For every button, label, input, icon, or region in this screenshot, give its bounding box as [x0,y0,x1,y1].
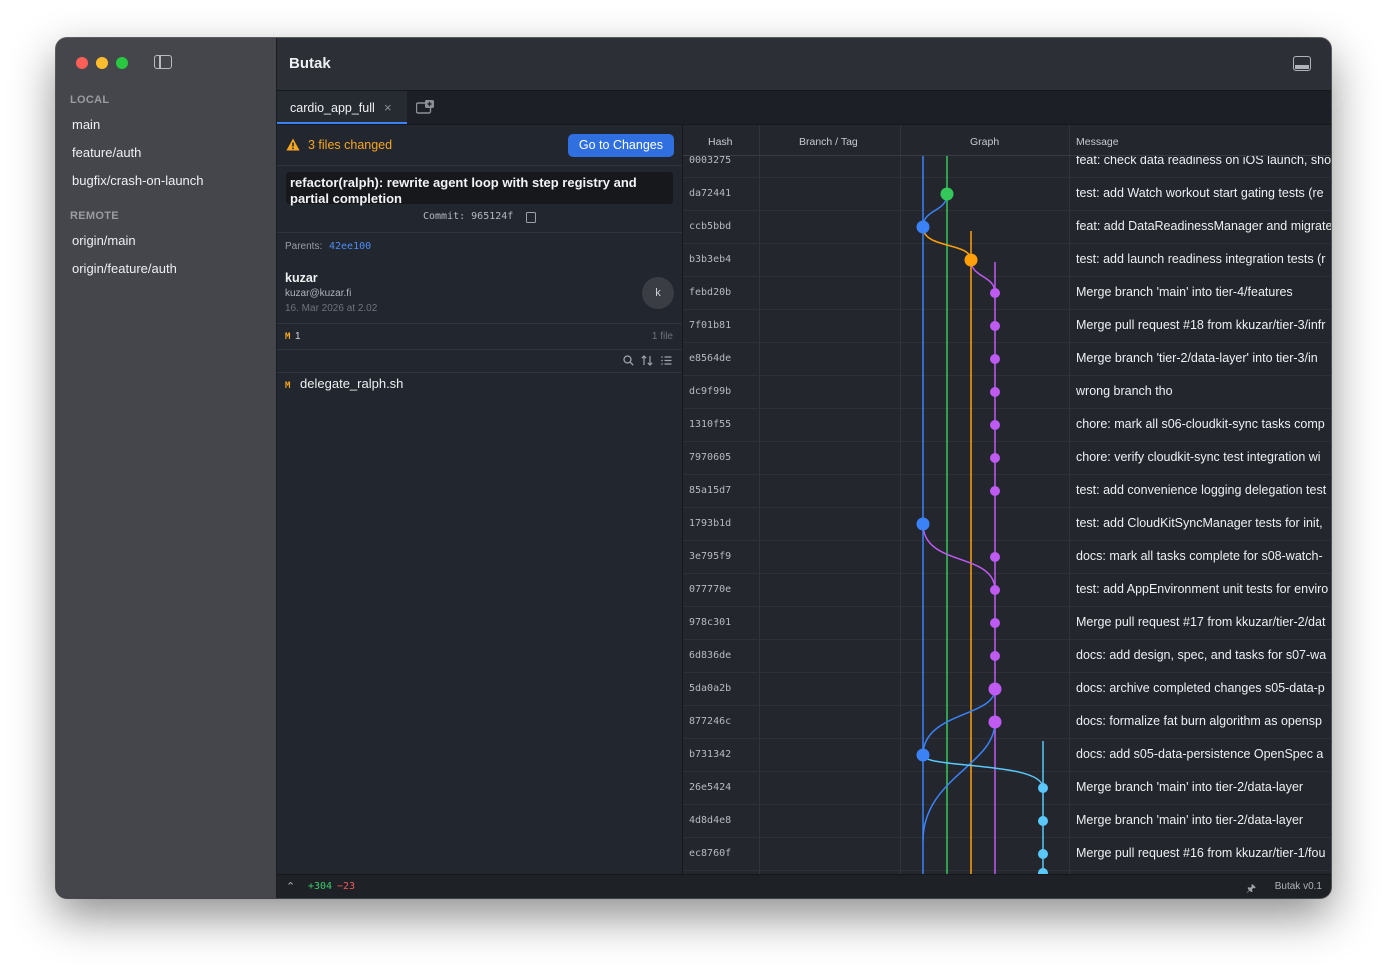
tab-close-icon[interactable]: × [384,100,392,115]
commit-node[interactable] [990,552,1000,562]
commit-date: 16. Mar 2026 at 2.02 [285,303,378,314]
deletions-count: −23 [337,881,356,892]
column-header-hash[interactable]: Hash [708,136,733,148]
changed-files-text: 3 files changed [308,138,393,152]
column-divider [900,125,901,155]
copy-icon[interactable] [526,212,536,223]
merge-curve [922,754,1044,789]
sidebar-toggle-icon[interactable] [154,55,172,69]
commit-graph-panel: 0003275 feat: check data readiness on iOS… [683,125,1331,874]
commit-node[interactable] [988,715,1002,729]
sidebar-item-main[interactable]: main [72,117,100,132]
commit-node[interactable] [1038,849,1048,859]
column-divider [759,125,760,155]
modified-badge: M [285,381,291,391]
commit-node[interactable] [990,321,1000,331]
file-name: delegate_ralph.sh [300,376,404,391]
column-header-message[interactable]: Message [1076,136,1119,148]
column-header-row: Hash Branch / Tag Graph Message [683,125,1331,156]
commit-node[interactable] [916,748,930,762]
column-header-graph[interactable]: Graph [970,136,999,148]
commit-graph [916,146,1048,874]
bottom-panel-toggle-icon[interactable] [1293,56,1311,71]
commit-node[interactable] [964,253,978,267]
commit-node[interactable] [990,354,1000,364]
commit-hash: Commit: 965124f [423,211,514,222]
changes-banner: 3 files changed Go to Changes [277,125,682,166]
file-item[interactable]: M delegate_ralph.sh [285,376,403,391]
sidebar: LOCAL main feature/auth bugfix/crash-on-… [56,38,277,898]
minimize-window-button[interactable] [96,57,108,69]
commit-message-box: refactor(ralph): rewrite agent loop with… [286,172,673,206]
commit-message: refactor(ralph): rewrite agent loop with… [290,175,637,206]
commit-node[interactable] [990,585,1000,595]
remote-section-label: REMOTE [70,210,119,222]
status-bar: ⌃ +304 −23 🖈 Butak v0.1 [277,874,1331,898]
commit-node[interactable] [1038,783,1048,793]
file-list-toolbar [277,349,682,373]
close-window-button[interactable] [76,57,88,69]
commit-node[interactable] [990,486,1000,496]
tab-label: cardio_app_full [290,101,375,115]
commit-node[interactable] [916,517,930,531]
commit-node[interactable] [1038,816,1048,826]
go-to-changes-button[interactable]: Go to Changes [567,134,674,157]
additions-count: +304 [308,881,333,892]
commit-node[interactable] [990,420,1000,430]
sidebar-item-origin-main[interactable]: origin/main [72,233,136,248]
app-title: Butak [289,55,331,72]
tab-bar: cardio_app_full × [277,91,1331,125]
warning-icon [286,138,300,151]
merge-curve [922,688,996,756]
list-view-icon[interactable] [661,355,672,366]
modified-badge: M [285,332,291,342]
sidebar-item-feature-auth[interactable]: feature/auth [72,145,141,160]
sidebar-item-bugfix-crash[interactable]: bugfix/crash-on-launch [72,173,204,188]
commit-node[interactable] [990,618,1000,628]
local-section-label: LOCAL [70,94,110,106]
commit-details-panel: 3 files changed Go to Changes refactor(r… [277,125,683,874]
parent-hash-link[interactable]: 42ee100 [329,241,371,252]
commit-node[interactable] [990,387,1000,397]
tab-cardio-app-full[interactable]: cardio_app_full × [277,91,407,124]
author-name: kuzar [285,271,318,285]
merge-curve [922,721,996,842]
file-count: 1 file [651,331,673,342]
app-window: LOCAL main feature/auth bugfix/crash-on-… [56,38,1331,898]
commit-node[interactable] [916,220,930,234]
avatar: k [642,277,674,309]
title-bar: Butak [277,38,1331,91]
commit-node[interactable] [990,453,1000,463]
open-repository-icon[interactable] [416,100,434,114]
commit-node[interactable] [990,288,1000,298]
zoom-window-button[interactable] [116,57,128,69]
merge-curve [922,523,996,591]
column-header-branch[interactable]: Branch / Tag [799,136,858,148]
commit-node[interactable] [988,682,1002,696]
parents-label: Parents: [285,241,323,252]
commit-node[interactable] [990,651,1000,661]
commit-node[interactable] [940,187,954,201]
chevron-up-icon[interactable]: ⌃ [286,880,295,893]
pin-icon[interactable]: 🖈 [1246,880,1256,898]
author-email: kuzar@kuzar.fi [285,288,352,299]
divider [277,232,682,233]
modified-count: 1 [295,331,301,342]
divider [277,323,682,324]
traffic-lights [76,57,128,69]
search-icon[interactable] [623,355,634,366]
column-divider [1069,125,1070,155]
app-version: Butak v0.1 [1274,881,1322,892]
sidebar-item-origin-feature-auth[interactable]: origin/feature/auth [72,261,177,276]
sort-icon[interactable] [641,355,653,366]
